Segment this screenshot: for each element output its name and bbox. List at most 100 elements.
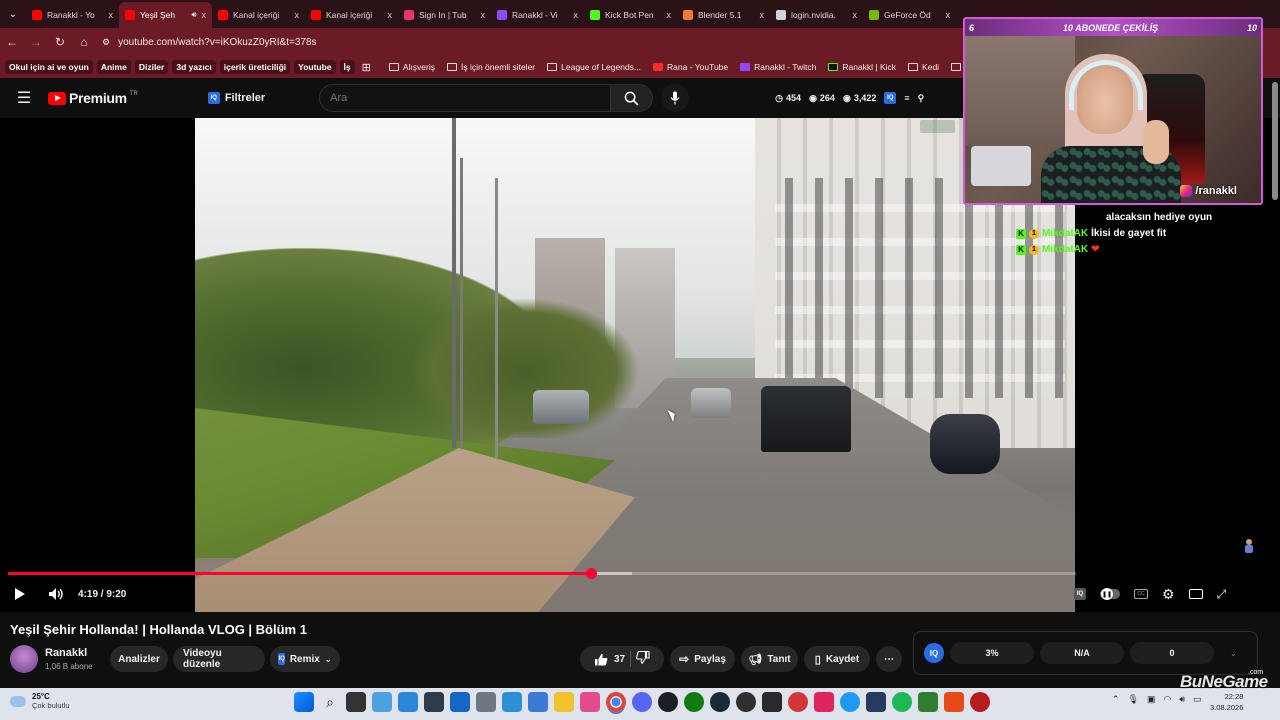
app-red-icon[interactable] xyxy=(814,692,834,712)
bookmark-folder-chip[interactable]: içerik üreticiliği xyxy=(219,60,291,74)
browser-tab[interactable]: Ranakkl - Vi x xyxy=(491,2,584,28)
dislike-button[interactable] xyxy=(636,650,650,667)
paint-icon[interactable] xyxy=(580,692,600,712)
mic-tray-icon[interactable]: 🎙︎ xyxy=(1128,694,1139,705)
tab-close-icon[interactable]: x xyxy=(667,10,672,20)
video-frame[interactable]: Bu vide xyxy=(195,118,1075,612)
url-field[interactable]: ⚙ youtube.com/watch?v=iKOkuzZ0yRI&t=378s xyxy=(102,37,317,48)
bookmark-item[interactable]: Ranakkl | Kick xyxy=(825,62,899,72)
notification-icon[interactable]: ⚲ xyxy=(918,93,925,104)
iq-toolbar-icon[interactable]: IQ xyxy=(884,92,897,104)
bookmark-item[interactable]: İş için önemli siteler xyxy=(444,62,538,72)
search-icon[interactable]: ⌕ xyxy=(320,692,340,712)
list-icon[interactable]: ≡ xyxy=(904,93,909,103)
autoplay-toggle[interactable]: ❚❚ xyxy=(1100,588,1120,600)
bookmark-item[interactable]: League of Legends... xyxy=(544,62,644,72)
tab-close-icon[interactable]: x xyxy=(946,10,951,20)
play-button[interactable] xyxy=(14,582,26,606)
app-camera-icon[interactable] xyxy=(866,692,886,712)
iq-panel-icon[interactable]: IQ xyxy=(924,643,944,663)
analytics-button[interactable]: Analizler xyxy=(110,646,168,672)
copilot-icon[interactable] xyxy=(398,692,418,712)
voice-search-button[interactable] xyxy=(661,84,690,112)
app-cube-icon[interactable] xyxy=(424,692,444,712)
channel-name[interactable]: Ranakkl xyxy=(45,647,87,659)
browser-tab[interactable]: Kanal içeriği x xyxy=(212,2,305,28)
browser-tab[interactable]: Kanal içeriği x xyxy=(305,2,398,28)
tab-close-icon[interactable]: x xyxy=(388,10,393,20)
bookmark-item[interactable]: Alışveriş xyxy=(386,62,438,72)
xbox-icon[interactable] xyxy=(684,692,704,712)
settings-gear-icon[interactable]: ⚙ xyxy=(1162,586,1175,603)
apps-grid-icon[interactable]: ⊞ xyxy=(359,61,374,74)
reload-icon[interactable]: ↻ xyxy=(48,35,72,49)
volume-button[interactable] xyxy=(48,582,64,606)
search-box[interactable] xyxy=(319,84,612,112)
search-input[interactable] xyxy=(330,92,611,104)
chevron-down-icon[interactable]: ⌄ xyxy=(1230,649,1237,658)
bookmark-folder-chip[interactable]: Diziler xyxy=(134,60,169,74)
tab-search-chevron-icon[interactable]: ⌄ xyxy=(0,0,26,28)
home-icon[interactable]: ⌂ xyxy=(72,35,96,49)
seek-bar[interactable] xyxy=(8,568,1076,579)
widgets-icon[interactable] xyxy=(372,692,392,712)
iq-player-icon[interactable]: IQ xyxy=(1074,588,1086,600)
fullscreen-icon[interactable]: ⤢ xyxy=(1217,587,1227,602)
gamepad-icon[interactable] xyxy=(944,692,964,712)
tab-close-icon[interactable]: x xyxy=(109,10,114,20)
bookmark-folder-chip[interactable]: Youtube xyxy=(294,60,336,74)
bookmark-folder-chip[interactable]: Okul için ai ve oyun xyxy=(5,60,93,74)
tab-close-icon[interactable]: x xyxy=(853,10,858,20)
app-tray-icon[interactable]: ▣ xyxy=(1147,694,1156,705)
tab-close-icon[interactable]: x xyxy=(574,10,579,20)
app-leaf-icon[interactable] xyxy=(918,692,938,712)
wifi-icon[interactable]: ◠ xyxy=(1164,694,1172,705)
like-button[interactable]: 37 xyxy=(594,653,625,666)
theater-mode-icon[interactable] xyxy=(1188,589,1203,599)
bookmark-folder-chip[interactable]: 3d yazıcı xyxy=(172,60,216,74)
app-red-circle-icon[interactable] xyxy=(970,692,990,712)
discord-icon[interactable] xyxy=(632,692,652,712)
search-button[interactable] xyxy=(611,84,654,112)
task-view-icon[interactable] xyxy=(346,692,366,712)
youtube-logo[interactable]: Premium TR xyxy=(48,90,138,106)
obs-icon[interactable] xyxy=(736,692,756,712)
photos-icon[interactable] xyxy=(528,692,548,712)
remix-button[interactable]: IQ Remix ⌄ xyxy=(270,646,340,672)
app-blue-icon[interactable] xyxy=(840,692,860,712)
bookmark-item[interactable]: Rana - YouTube xyxy=(650,62,731,72)
promote-button[interactable]: 📢︎ Tanıt xyxy=(741,646,798,672)
epic-games-icon[interactable] xyxy=(762,692,782,712)
forward-icon[interactable]: → xyxy=(24,35,48,49)
tab-close-icon[interactable]: x xyxy=(760,10,765,20)
filters-button[interactable]: IQ Filtreler xyxy=(207,92,265,104)
edit-video-button[interactable]: Videoyu düzenle xyxy=(173,646,265,672)
speaker-icon[interactable]: 🔊︎ xyxy=(1179,694,1185,705)
bookmark-item[interactable]: Ranakkl - Twitch xyxy=(737,62,819,72)
back-icon[interactable]: ← xyxy=(0,35,24,49)
browser-tab[interactable]: login.nvidia. x xyxy=(770,2,863,28)
store-icon[interactable] xyxy=(450,692,470,712)
file-explorer-icon[interactable] xyxy=(554,692,574,712)
site-info-icon[interactable]: ⚙ xyxy=(102,37,110,48)
browser-tab[interactable]: Yeşil Şeh 🔊︎ x xyxy=(119,2,212,28)
system-clock[interactable]: 22:28 3.08.2026 xyxy=(1210,691,1243,713)
spotify-icon[interactable] xyxy=(892,692,912,712)
page-scrollbar[interactable] xyxy=(1272,82,1278,200)
weather-widget[interactable]: 25°C Çok bulutlu xyxy=(10,692,70,710)
tab-close-icon[interactable]: x xyxy=(202,10,207,20)
bookmark-folder-chip[interactable]: Anime xyxy=(96,60,131,74)
browser-tab[interactable]: Kick Bot Pen x xyxy=(584,2,677,28)
steam-icon[interactable] xyxy=(710,692,730,712)
more-actions-button[interactable]: ⋯ xyxy=(876,646,902,672)
tab-audio-icon[interactable]: 🔊︎ xyxy=(191,10,196,20)
riot-icon[interactable] xyxy=(788,692,808,712)
battery-icon[interactable]: ▭ xyxy=(1193,694,1202,705)
share-button[interactable]: ⇨ Paylaş xyxy=(670,646,735,672)
windows-start-icon[interactable] xyxy=(294,692,314,712)
bookmark-item[interactable]: Kedi xyxy=(905,62,942,72)
vscode-icon[interactable] xyxy=(502,692,522,712)
chevron-up-icon[interactable]: ⌃ xyxy=(1112,694,1120,705)
bookmark-folder-chip[interactable]: İş xyxy=(339,60,355,74)
browser-tab[interactable]: GeForce Öd x xyxy=(863,2,956,28)
